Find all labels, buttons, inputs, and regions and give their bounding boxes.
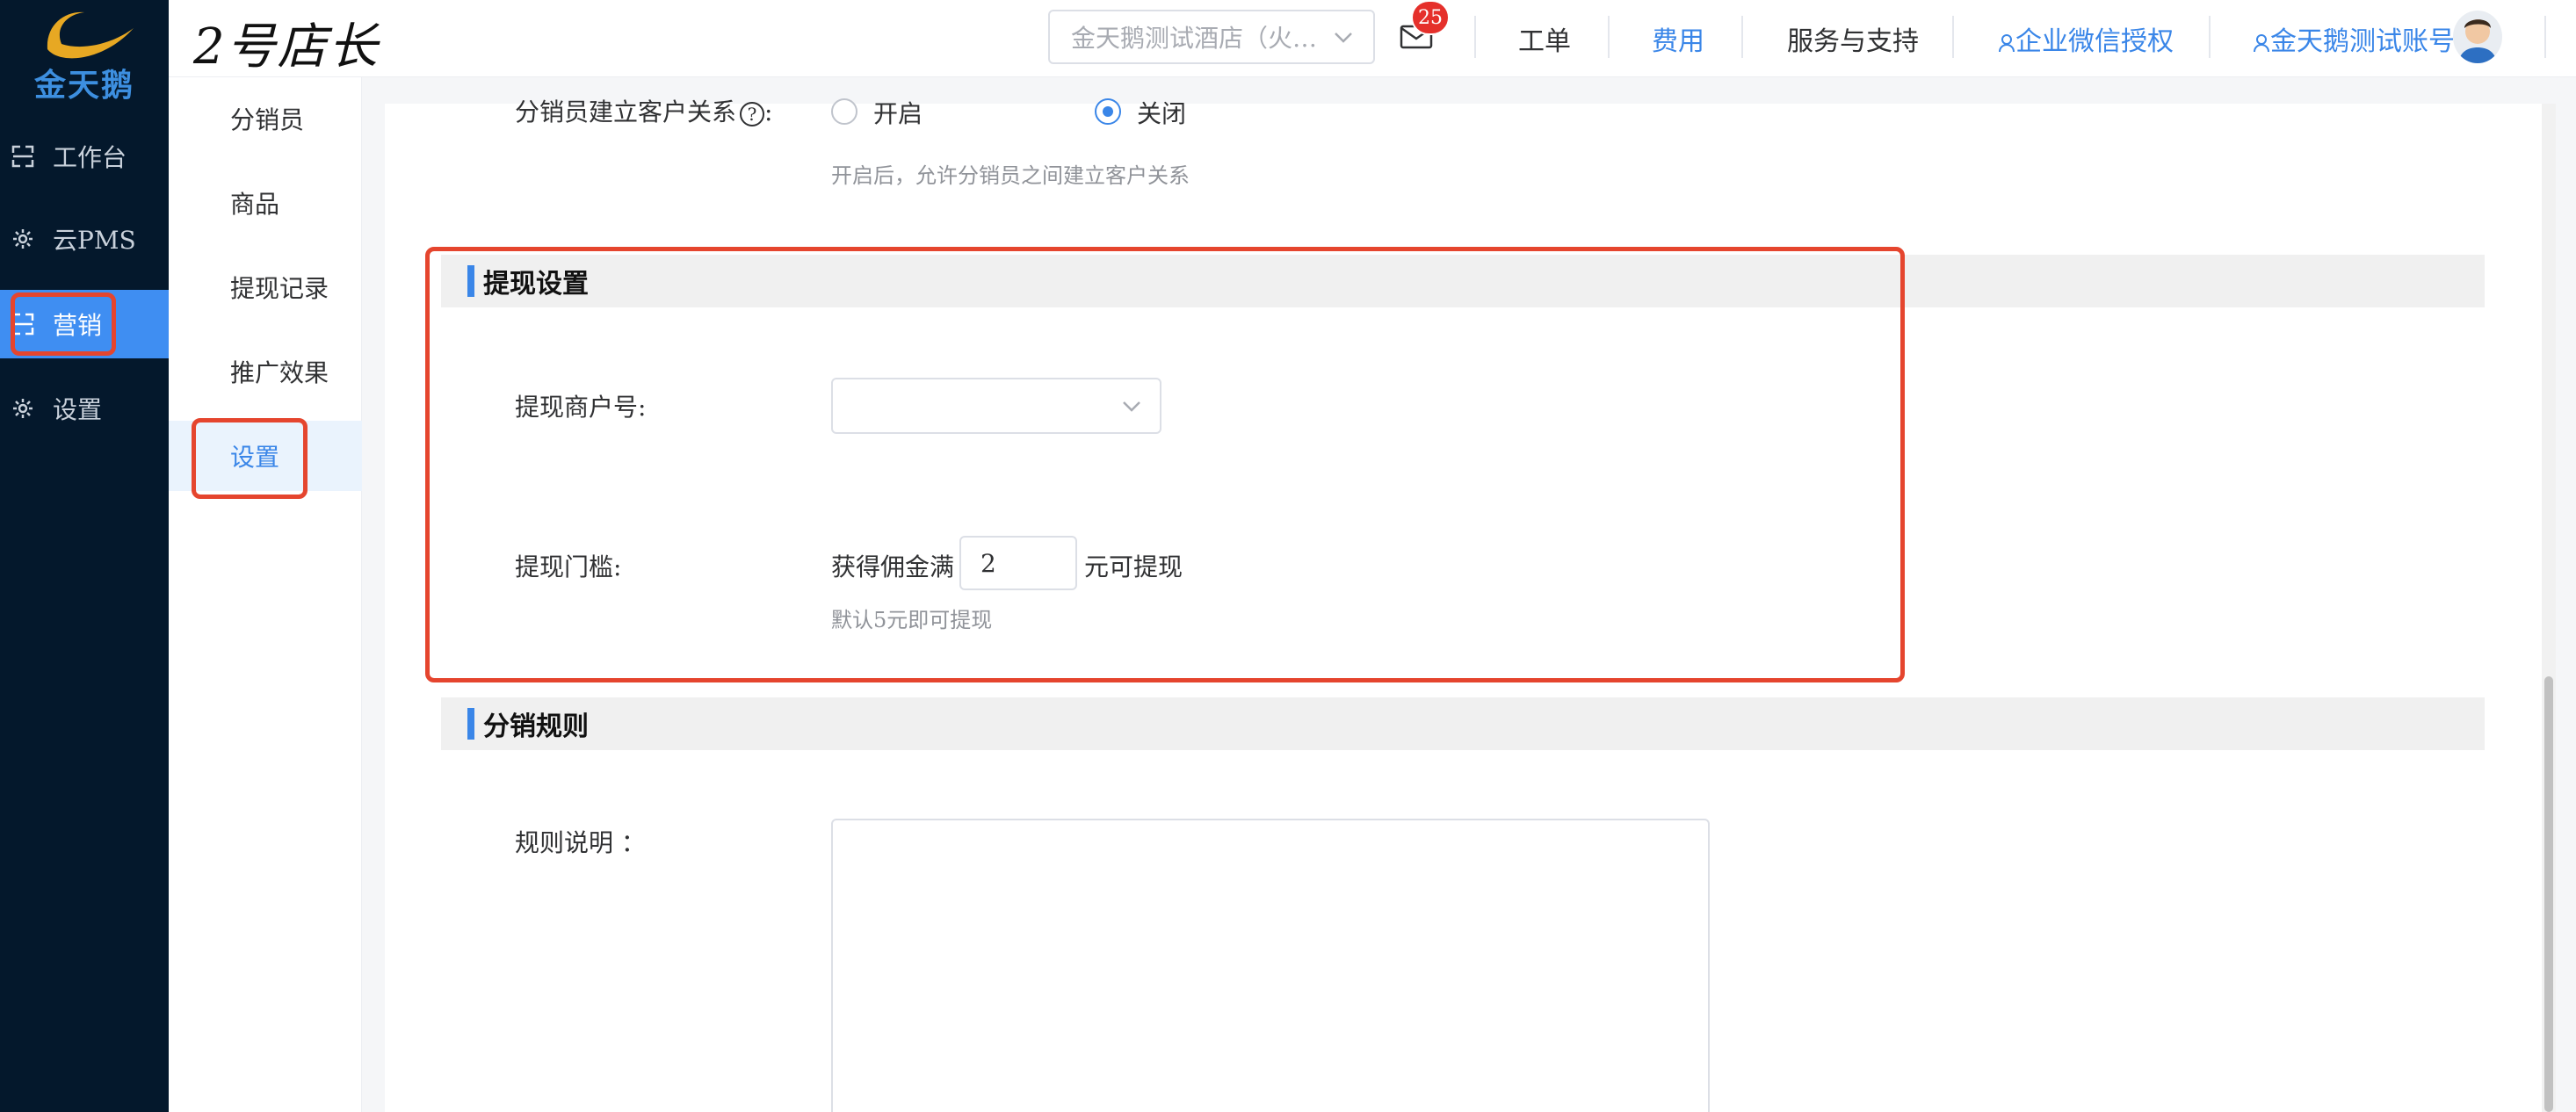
marketing-subnav: 分销员 商品 提现记录 推广效果 设置 xyxy=(169,77,362,1112)
hotel-select-value: 金天鹅测试酒店（火… xyxy=(1071,24,1318,53)
brand-logo[interactable]: 金天鹅 xyxy=(0,0,169,104)
subnav-item-promo-effect[interactable]: 推广效果 xyxy=(169,336,362,407)
wechat-auth-label: 企业微信授权 xyxy=(2015,26,2174,57)
subnav-item-withdraw-records[interactable]: 提现记录 xyxy=(169,252,362,322)
relation-radio-on[interactable] xyxy=(831,98,857,125)
main-sidebar: 金天鹅 工作台 云PMS 营销 设置 xyxy=(0,0,169,1112)
subnav-item-products[interactable]: 商品 xyxy=(169,168,362,238)
brand-logo-text: 金天鹅 xyxy=(33,68,134,104)
avatar[interactable] xyxy=(2453,11,2502,63)
sidebar-item-label: 工作台 xyxy=(53,143,127,172)
user-icon xyxy=(1999,34,2015,53)
divider xyxy=(1952,16,1954,58)
divider xyxy=(1741,16,1743,58)
nav-link-wechat-auth[interactable]: 企业微信授权 xyxy=(1998,19,2174,58)
highlight-withdraw-box xyxy=(425,247,1905,682)
relation-hint: 开启后，允许分销员之间建立客户关系 xyxy=(831,163,1190,188)
app-title: 2号店长 xyxy=(193,18,380,76)
highlight-settings-box xyxy=(192,418,308,499)
nav-link-account[interactable]: 金天鹅测试账号 xyxy=(2253,19,2455,58)
gear-icon xyxy=(11,227,35,251)
hotel-select[interactable]: 金天鹅测试酒店（火… xyxy=(1048,10,1375,64)
sidebar-item-settings[interactable]: 设置 xyxy=(0,374,169,443)
rules-textarea[interactable] xyxy=(831,819,1710,1112)
nav-link-ticket[interactable]: 工单 xyxy=(1518,19,1571,58)
divider xyxy=(1474,16,1476,58)
gear-icon xyxy=(11,396,35,421)
sidebar-item-cloud-pms[interactable]: 云PMS xyxy=(0,205,169,273)
scrollbar-thumb[interactable] xyxy=(2544,676,2553,1112)
divider xyxy=(1608,16,1610,58)
top-header: 2号店长 金天鹅测试酒店（火… 25 工单 费用 服务与支持 企业微信授权 金天… xyxy=(169,0,2576,77)
nav-link-fees[interactable]: 费用 xyxy=(1652,19,1704,58)
relation-radio-off[interactable] xyxy=(1095,98,1121,125)
sidebar-item-workbench[interactable]: 工作台 xyxy=(0,122,169,191)
rules-label: 规则说明 ： xyxy=(515,828,646,857)
sidebar-item-label: 设置 xyxy=(53,395,103,424)
relation-option-on-label: 开启 xyxy=(873,99,923,128)
divider xyxy=(2544,16,2546,58)
highlight-marketing-box xyxy=(11,292,116,356)
sidebar-item-label: 云PMS xyxy=(53,226,136,255)
chevron-down-icon xyxy=(1335,32,1352,43)
notification-badge: 25 xyxy=(1411,0,1450,35)
workbench-icon xyxy=(11,144,35,169)
relation-option-off-label: 关闭 xyxy=(1137,99,1187,128)
help-icon[interactable]: ? xyxy=(740,101,765,126)
subnav-item-distributors[interactable]: 分销员 xyxy=(169,83,362,154)
section-accent-bar xyxy=(467,708,474,740)
divider xyxy=(2209,16,2211,58)
nav-link-support[interactable]: 服务与支持 xyxy=(1787,19,1919,58)
rules-section-title: 分销规则 xyxy=(483,711,589,742)
user-icon xyxy=(2254,34,2269,53)
relation-label: 分销员建立客户关系?: xyxy=(515,97,773,126)
rules-section-header: 分销规则 xyxy=(441,697,2485,750)
swan-logo-icon xyxy=(47,11,134,59)
account-label: 金天鹅测试账号 xyxy=(2270,26,2455,57)
